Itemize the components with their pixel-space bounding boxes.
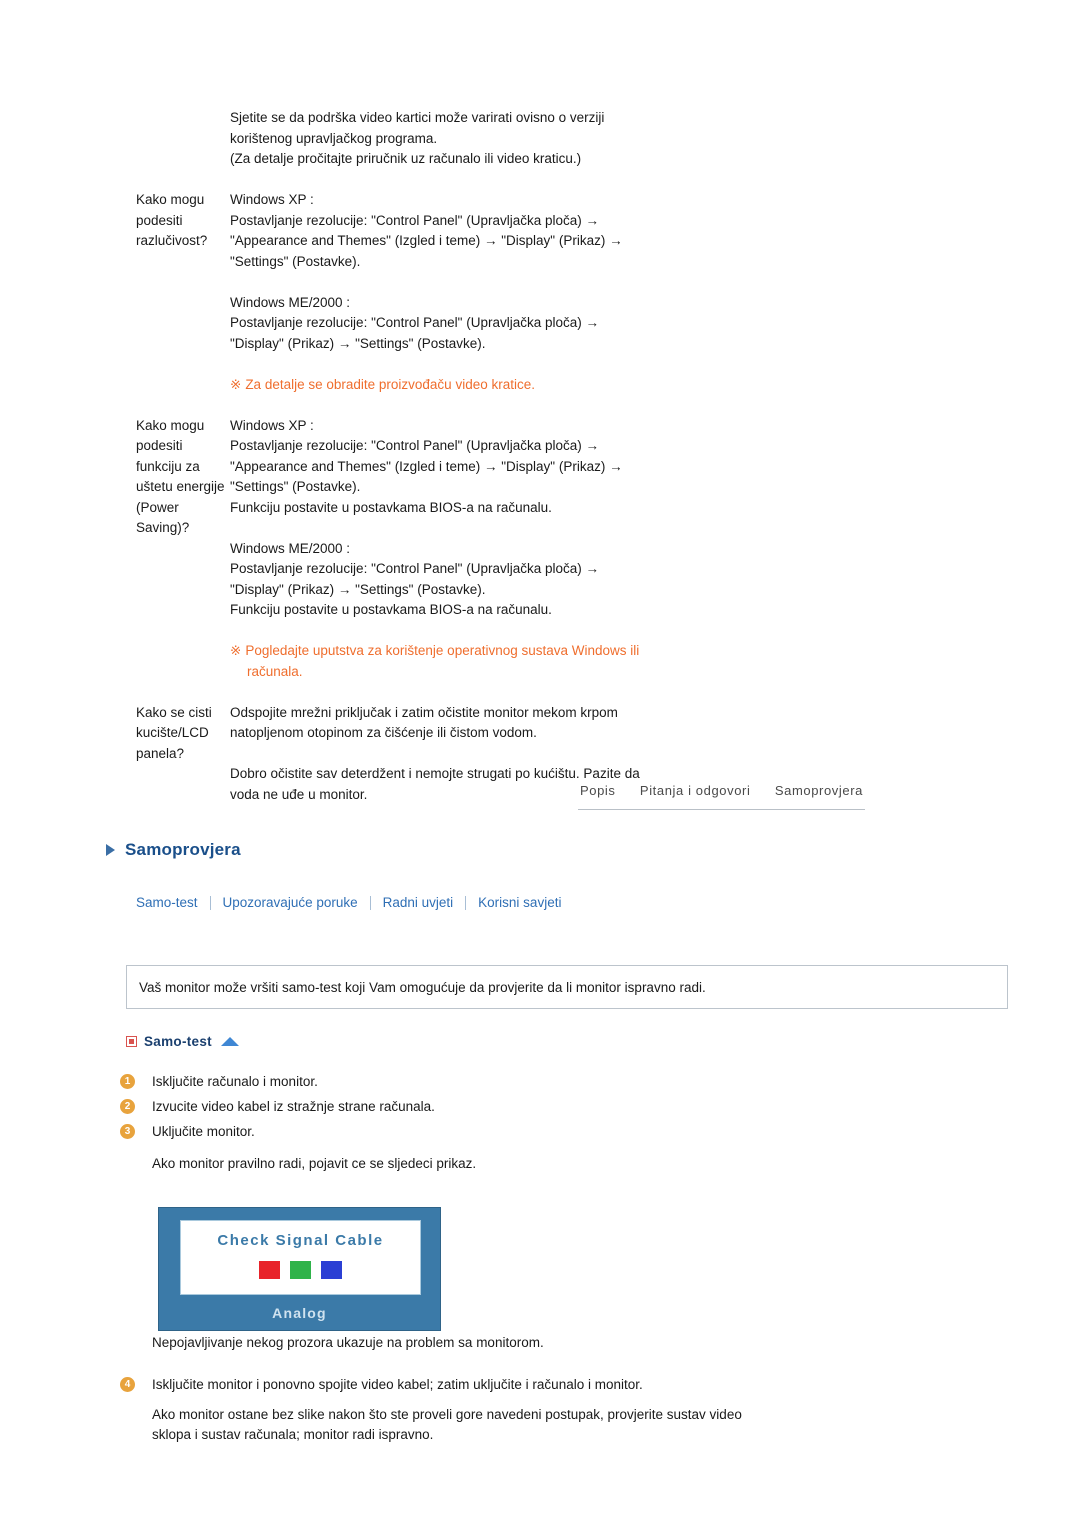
answer-line: Windows ME/2000 : [230,540,351,556]
section-heading: Samoprovjera [106,840,241,860]
color-swatches [181,1261,420,1279]
answer-line: Funkciju postavite u postavkama BIOS-a n… [230,499,552,515]
document-page: Sjetite se da podrška video kartici može… [0,0,1080,1528]
info-callout-box: Vaš monitor može vršiti samo-test koji V… [126,965,1008,1009]
sublink-radni-uvjeti[interactable]: Radni uvjeti [371,895,466,910]
callout-text: Vaš monitor može vršiti samo-test koji V… [139,979,706,995]
faq-table: Sjetite se da podrška video kartici može… [0,108,1080,805]
faq-note: ※ Pogledajte uputstva za korištenje opera… [230,641,1000,682]
step-number: 2 [120,1099,135,1114]
step-text: Isključite računalo i monitor. [152,1074,318,1089]
tab-pitanja-i-odgovori[interactable]: Pitanja i odgovori [638,783,753,798]
analog-label: Analog [272,1305,327,1321]
faq-intro-line-3: (Za detalje pročitajte priručnik uz raču… [230,151,582,166]
answer-line: Windows ME/2000 : [230,294,351,310]
monitor-screen: Check Signal Cable [180,1220,421,1295]
answer-line: Windows XP : [230,417,314,433]
sublink-nav[interactable]: Samo-test Upozoravajuće poruke Radni uvj… [136,895,573,910]
asterisk-icon: ※ [230,643,242,658]
list-item: 2 Izvucite video kabel iz stražnje stran… [120,1097,1000,1122]
scroll-to-top-icon[interactable] [220,1037,239,1046]
final-line-2: sklopa i sustav računala; monitor radi i… [152,1427,434,1442]
list-item: 3 Uključite monitor. [120,1122,1000,1147]
faq-intro-answer: Sjetite se da podrška video kartici može… [230,108,1080,170]
step-text: Isključite monitor i ponovno spojite vid… [152,1377,643,1392]
answer-line: "Display" (Prikaz) → "Settings" (Postavk… [230,335,486,351]
faq-row: Kako se cisti kucište/LCD panela? Odspoj… [0,703,1080,806]
check-signal-cable-message: Check Signal Cable [217,1232,384,1249]
faq-note-text-2: računala. [247,663,303,679]
tab-popis[interactable]: Popis [578,783,618,798]
faq-note: ※ Za detalje se obradite proizvođaču vide… [230,375,1000,396]
after-graphic-text: Nepojavljivanje nekog prozora ukazuje na… [152,1335,544,1350]
faq-note-text: Za detalje se obradite proizvođaču video… [245,376,535,392]
faq-question: Kako mogu podesiti funkciju za uštetu en… [136,417,225,536]
answer-line: Postavljanje rezolucije: "Control Panel"… [230,438,599,453]
swatch-green [290,1261,311,1279]
swatch-red [259,1261,280,1279]
selftest-heading-label: Samo-test [144,1034,212,1049]
step-text: Uključite monitor. [152,1124,255,1139]
answer-line: "Appearance and Themes" (Izgled i teme) … [230,233,623,248]
answer-line: "Settings" (Postavke). [230,479,361,494]
answer-line: "Settings" (Postavke). [230,253,361,269]
answer-line: "Appearance and Themes" (Izgled i teme) … [230,458,623,474]
sublink-samo-test[interactable]: Samo-test [136,895,210,910]
sublink-korisni-savjeti[interactable]: Korisni savjeti [466,895,573,910]
answer-line: Funkciju postavite u postavkama BIOS-a n… [230,602,552,617]
faq-row: Kako mogu podesiti funkciju za uštetu en… [0,416,1080,683]
page-title: Samoprovjera [125,840,241,859]
final-paragraph: Ako monitor ostane bez slike nakon što s… [152,1405,1002,1445]
step-text: Izvucite video kabel iz stražnje strane … [152,1099,435,1114]
faq-intro-row: Sjetite se da podrška video kartici može… [0,108,1080,170]
selftest-heading: Samo-test [126,1034,239,1049]
selftest-step-4: 4 Isključite monitor i ponovno spojite v… [120,1375,1000,1400]
faq-intro-line-2: korištenog upravljačkog programa. [230,130,438,146]
triangle-bullet-icon [106,844,115,856]
answer-line: Postavljanje rezolucije: "Control Panel"… [230,561,599,576]
step-number: 3 [120,1124,135,1139]
tab-samoprovjera[interactable]: Samoprovjera [773,783,865,798]
answer-line: Postavljanje rezolucije: "Control Panel"… [230,212,599,228]
faq-answer: Windows XP : Postavljanje rezolucije: "C… [230,190,1080,395]
faq-answer: Windows XP : Postavljanje rezolucije: "C… [230,416,1080,683]
step-number: 4 [120,1377,135,1392]
faq-intro-line-1: Sjetite se da podrška video kartici može… [230,110,605,125]
answer-line: Odspojite mrežni priključak i zatim očis… [230,704,618,720]
step-number: 1 [120,1074,135,1089]
list-item: 1 Isključite računalo i monitor. [120,1072,1000,1097]
faq-question: Kako mogu podesiti razlučivost? [136,192,208,248]
answer-line: Windows XP : [230,192,314,207]
final-line-1: Ako monitor ostane bez slike nakon što s… [152,1407,742,1422]
swatch-blue [321,1261,342,1279]
navigation-tabs[interactable]: Popis Pitanja i odgovori Samoprovjera [578,772,865,810]
monitor-selftest-graphic: Check Signal Cable Analog [158,1207,441,1331]
after-steps-text: Ako monitor pravilno radi, pojavit ce se… [152,1156,477,1171]
answer-line: "Display" (Prikaz) → "Settings" (Postavk… [230,581,486,597]
answer-line: natopljenom otopinom za čišćenje ili čis… [230,725,537,740]
answer-line: Postavljanje rezolucije: "Control Panel"… [230,315,599,330]
asterisk-icon: ※ [230,376,242,392]
faq-note-text: Pogledajte uputstva za korištenje operat… [245,643,640,658]
list-item: 4 Isključite monitor i ponovno spojite v… [120,1375,1000,1400]
faq-row: Kako mogu podesiti razlučivost? Windows … [0,190,1080,395]
faq-question: Kako se cisti kucište/LCD panela? [136,704,212,761]
red-square-bullet-icon [126,1036,137,1047]
selftest-steps: 1 Isključite računalo i monitor. 2 Izvuc… [120,1072,1000,1173]
sublink-upozoravajuce-poruke[interactable]: Upozoravajuće poruke [211,895,370,910]
